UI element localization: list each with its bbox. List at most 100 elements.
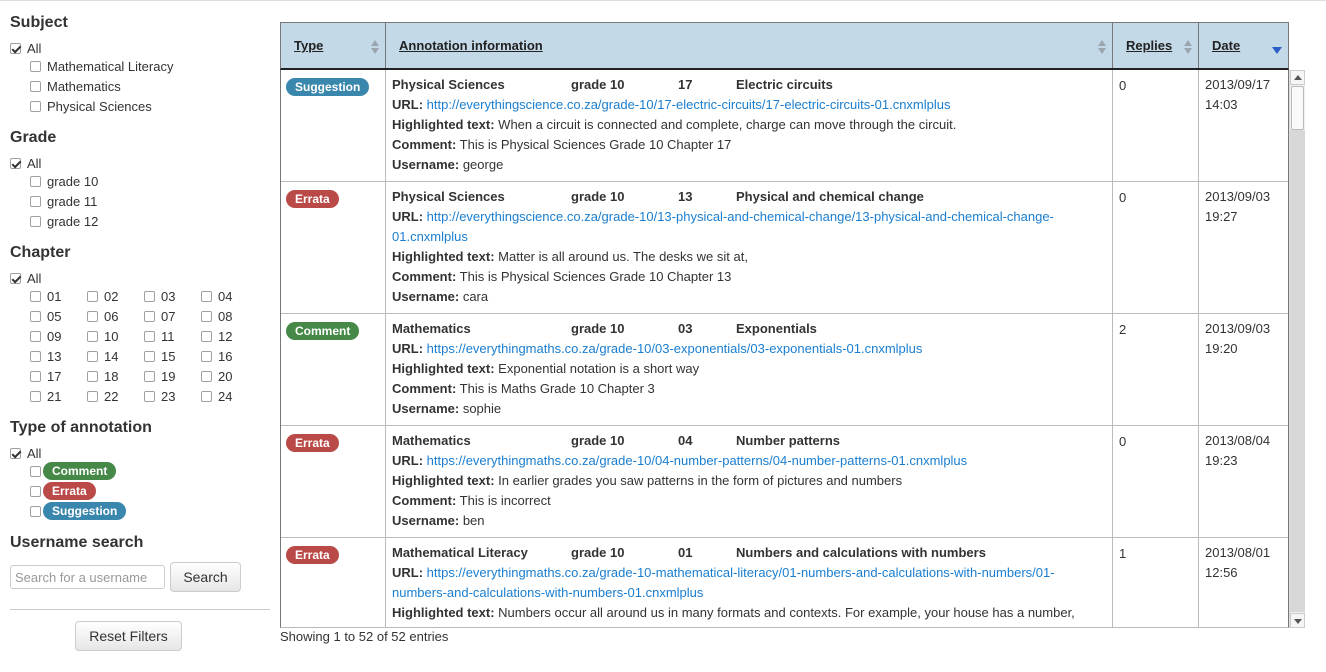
table-row[interactable]: Suggestion Physical Sciences grade 10 17 Ele… — [281, 70, 1288, 182]
chapter-option-checkbox[interactable]: 06 — [87, 307, 118, 325]
subject-all-checkbox[interactable]: All — [10, 39, 41, 57]
scrollbar-track[interactable] — [1290, 130, 1305, 612]
chapter-option-checkbox[interactable]: 01 — [30, 287, 61, 305]
date-value: 2013/09/17 — [1205, 77, 1271, 92]
chapter-option-checkbox[interactable]: 15 — [144, 347, 175, 365]
table-body: Suggestion Physical Sciences grade 10 17 Ele… — [280, 70, 1289, 628]
chapter-option-checkbox[interactable]: 07 — [144, 307, 175, 325]
comment-label: Comment: — [392, 625, 456, 627]
highlighted-text: In earlier grades you saw patterns in th… — [498, 473, 903, 488]
checkbox-icon — [144, 350, 155, 362]
url-link[interactable]: 01.cnxmlplus — [392, 229, 468, 244]
checkbox-icon — [10, 447, 21, 459]
date-value: 2013/09/03 — [1205, 321, 1271, 336]
url-link[interactable]: http://everythingscience.co.za/grade-10/… — [427, 209, 1054, 224]
subject-option-checkbox[interactable]: Mathematical Literacy — [30, 57, 173, 75]
chapter-option-checkbox[interactable]: 23 — [144, 387, 175, 405]
url-link[interactable]: https://everythingmaths.co.za/grade-10/0… — [427, 453, 968, 468]
vertical-scrollbar[interactable] — [1289, 70, 1305, 628]
chapter-title: Numbers and calculations with numbers — [736, 545, 986, 560]
column-header-replies[interactable]: Replies — [1113, 23, 1199, 68]
chapter-option-checkbox[interactable]: 14 — [87, 347, 118, 365]
grade-option-checkbox[interactable]: grade 10 — [30, 172, 98, 190]
column-header-annotation-information[interactable]: Annotation information — [386, 23, 1113, 68]
date-cell: 2013/09/03 19:27 — [1199, 179, 1288, 313]
chapter-option-checkbox[interactable]: 18 — [87, 367, 118, 385]
checkbox-icon — [201, 390, 212, 402]
chapter-all-checkbox[interactable]: All — [10, 269, 41, 287]
annotation-type-errata-checkbox[interactable]: Errata — [30, 482, 96, 500]
chapter-option-checkbox[interactable]: 16 — [201, 347, 232, 365]
chapter-option-checkbox[interactable]: 24 — [201, 387, 232, 405]
annotation-type-all-checkbox[interactable]: All — [10, 444, 41, 462]
comment-label: Comment: — [392, 381, 457, 396]
chapter-option-checkbox[interactable]: 22 — [87, 387, 118, 405]
errata-badge: Errata — [286, 546, 339, 564]
table-row[interactable]: Errata Physical Sciences grade 10 13 Physica… — [281, 182, 1288, 314]
checkbox-icon — [10, 157, 21, 169]
chapter-option-checkbox[interactable]: 17 — [30, 367, 61, 385]
url-link[interactable]: http://everythingscience.co.za/grade-10/… — [427, 97, 951, 112]
url-line: URL: https://everythingmaths.co.za/grade… — [392, 563, 1106, 583]
table-row[interactable]: Errata Mathematics grade 10 04 Number patter… — [281, 426, 1288, 538]
subject-option-checkbox[interactable]: Physical Sciences — [30, 97, 152, 115]
chapter-option-checkbox[interactable]: 05 — [30, 307, 61, 325]
annotation-type-comment-checkbox[interactable]: Comment — [30, 462, 117, 480]
chapter-title: Electric circuits — [736, 77, 833, 92]
chapter-option-checkbox[interactable]: 10 — [87, 327, 118, 345]
chapter-option-checkbox[interactable]: 02 — [87, 287, 118, 305]
date-value: 2013/08/04 — [1205, 433, 1271, 448]
replies-cell: 0 — [1113, 70, 1199, 181]
chapter-option-checkbox[interactable]: 19 — [144, 367, 175, 385]
chapter-title: Exponentials — [736, 321, 817, 336]
comment-label: Comment: — [392, 269, 457, 284]
highlighted-line: Highlighted text: When a circuit is conn… — [392, 115, 1106, 135]
column-header-date[interactable]: Date — [1199, 23, 1288, 68]
scroll-down-icon[interactable] — [1290, 613, 1305, 628]
url-link[interactable]: https://everythingmaths.co.za/grade-10/0… — [427, 341, 923, 356]
url-link[interactable]: numbers-and-calculations-with-numbers-01… — [392, 585, 703, 600]
column-header-type[interactable]: Type — [281, 23, 386, 68]
chapter-value: 04 — [678, 433, 693, 448]
type-cell: Comment — [281, 314, 386, 425]
table-header: Type Annotation information Replies Date — [280, 22, 1289, 70]
username-label: Username: — [392, 289, 460, 304]
checkbox-icon — [144, 310, 155, 322]
chapter-option-checkbox[interactable]: 09 — [30, 327, 61, 345]
chapter-option-checkbox[interactable]: 08 — [201, 307, 232, 325]
grade-value: grade 10 — [571, 77, 625, 92]
annotation-type-heading: Type of annotation — [10, 419, 152, 436]
highlighted-line: Highlighted text: Matter is all around u… — [392, 247, 1106, 267]
grade-option-checkbox[interactable]: grade 12 — [30, 212, 98, 230]
grade-option-checkbox[interactable]: grade 11 — [30, 192, 97, 210]
table-row[interactable]: Comment Mathematics grade 10 03 Exponentials… — [281, 314, 1288, 426]
chapter-option-checkbox[interactable]: 21 — [30, 387, 61, 405]
grade-all-checkbox[interactable]: All — [10, 154, 41, 172]
table-row[interactable]: Errata Mathematical Literacy grade 10 01 Num… — [281, 535, 1288, 627]
username-search-input[interactable] — [10, 565, 165, 589]
chapter-option-checkbox[interactable]: 04 — [201, 287, 232, 305]
checkbox-icon — [30, 350, 41, 362]
time-value: 19:27 — [1205, 209, 1238, 224]
chapter-option-checkbox[interactable]: 13 — [30, 347, 61, 365]
reset-filters-button[interactable]: Reset Filters — [75, 621, 182, 651]
annotation-meta: Physical Sciences grade 10 17 Electric circ… — [392, 75, 1106, 95]
grade-heading: Grade — [10, 129, 57, 146]
chapter-option-checkbox[interactable]: 11 — [144, 327, 175, 345]
comment-text: This is incorrect — [459, 493, 551, 508]
replies-count: 1 — [1119, 546, 1127, 561]
scrollbar-thumb[interactable] — [1291, 86, 1304, 130]
scroll-up-icon[interactable] — [1290, 70, 1305, 85]
subject-option-checkbox[interactable]: Mathematics — [30, 77, 121, 95]
chapter-option-checkbox[interactable]: 12 — [201, 327, 232, 345]
date-cell: 2013/08/01 12:56 — [1199, 535, 1288, 627]
chapter-option-checkbox[interactable]: 20 — [201, 367, 232, 385]
type-cell: Errata — [281, 182, 386, 313]
url-link[interactable]: https://everythingmaths.co.za/grade-10-m… — [427, 565, 1055, 580]
annotation-type-suggestion-checkbox[interactable]: Suggestion — [30, 502, 127, 520]
search-button[interactable]: Search — [170, 562, 241, 592]
chapter-option-checkbox[interactable]: 03 — [144, 287, 175, 305]
username-label: Username: — [392, 401, 460, 416]
subject-value: Physical Sciences — [392, 77, 505, 92]
type-cell: Errata — [281, 426, 386, 537]
